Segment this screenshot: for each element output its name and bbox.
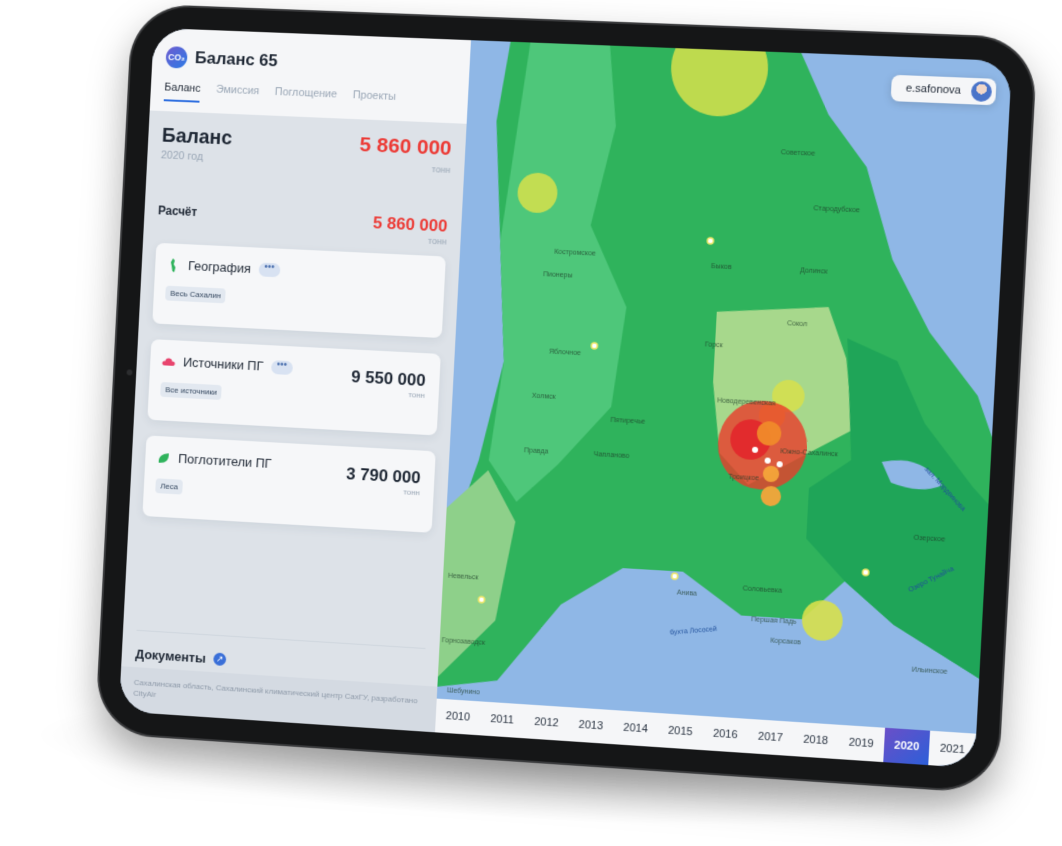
- sinks-value: 3 790 000: [345, 464, 422, 488]
- geography-title: География: [187, 258, 252, 276]
- year-2015[interactable]: 2015: [657, 713, 704, 750]
- year-2017[interactable]: 2017: [747, 719, 794, 756]
- town-label: Советское: [780, 149, 816, 158]
- app-title: Баланс 65: [194, 48, 279, 71]
- town-label: Правда: [523, 447, 549, 456]
- sinks-card[interactable]: Поглотители ПГ Леса 3 790 000 тонн: [142, 435, 436, 533]
- year-2012[interactable]: 2012: [523, 704, 569, 741]
- documents-label: Документы: [134, 646, 207, 666]
- co2-logo-icon: CO₂: [165, 46, 188, 69]
- cloud-icon: [162, 357, 176, 366]
- sakhalin-island-icon: [170, 257, 176, 272]
- year-2010[interactable]: 2010: [435, 699, 481, 736]
- sinks-unit: тонн: [402, 487, 421, 498]
- brand: CO₂ Баланс 65: [165, 46, 456, 79]
- map-point[interactable]: [707, 238, 713, 244]
- town-label: Долинск: [799, 267, 828, 276]
- tablet-frame: CO₂ Баланс 65 Баланс Эмиссия Поглощение …: [96, 5, 1036, 793]
- map-point[interactable]: [862, 569, 868, 575]
- town-label: Анива: [676, 589, 698, 598]
- year-2019[interactable]: 2019: [837, 725, 884, 762]
- tab-balance[interactable]: Баланс: [163, 81, 201, 103]
- sidebar: CO₂ Баланс 65 Баланс Эмиссия Поглощение …: [118, 27, 471, 733]
- external-link-icon: ↗: [213, 652, 227, 667]
- balance-unit: тонн: [431, 164, 451, 175]
- sources-card[interactable]: Источники ПГ ••• Все источники 9 550 000…: [147, 339, 441, 436]
- camera-dot: [126, 369, 133, 376]
- year-2013[interactable]: 2013: [568, 707, 614, 744]
- sources-chip[interactable]: Все источники: [160, 381, 223, 401]
- geography-chip[interactable]: Весь Сахалин: [165, 285, 227, 304]
- year-2014[interactable]: 2014: [612, 710, 659, 747]
- tab-emission[interactable]: Эмиссия: [215, 84, 260, 106]
- town-label: Сокол: [786, 320, 808, 329]
- year-2018[interactable]: 2018: [792, 722, 839, 759]
- user-menu[interactable]: e.safonova: [890, 74, 997, 106]
- year-2016[interactable]: 2016: [702, 716, 749, 753]
- map-view[interactable]: Советское Стародубское Быков Долинск Кос…: [434, 40, 1012, 769]
- calculation-unit: тонн: [427, 235, 447, 247]
- map-point[interactable]: [589, 341, 598, 350]
- avatar: [970, 80, 993, 103]
- sources-unit: тонн: [408, 390, 426, 400]
- sources-more-button[interactable]: •••: [270, 359, 293, 375]
- tab-projects[interactable]: Проекты: [352, 89, 396, 111]
- town-label: Холмск: [531, 392, 556, 401]
- balance-summary: Баланс 2020 год 5 860 000 тонн: [146, 110, 467, 203]
- year-2020[interactable]: 2020: [882, 727, 931, 766]
- sources-title: Источники ПГ: [182, 354, 264, 374]
- tab-bar: Баланс Эмиссия Поглощение Проекты: [163, 81, 455, 114]
- town-label: Пионеры: [543, 271, 573, 280]
- sidebar-header: CO₂ Баланс 65 Баланс Эмиссия Поглощение …: [149, 27, 471, 124]
- sinks-title: Поглотители ПГ: [177, 450, 272, 471]
- tab-absorption[interactable]: Поглощение: [274, 86, 338, 108]
- year-2011[interactable]: 2011: [479, 701, 525, 738]
- app-screen: CO₂ Баланс 65 Баланс Эмиссия Поглощение …: [118, 27, 1012, 769]
- leaf-icon: [158, 452, 169, 463]
- geography-card[interactable]: География ••• Весь Сахалин: [152, 242, 446, 339]
- geography-more-button[interactable]: •••: [258, 261, 281, 277]
- town-label: Горск: [704, 341, 723, 350]
- calculation-value: 5 860 000: [372, 213, 448, 236]
- user-name: e.safonova: [905, 82, 962, 97]
- sources-value: 9 550 000: [350, 367, 427, 391]
- sinks-chip[interactable]: Леса: [155, 478, 184, 495]
- map-point[interactable]: [478, 596, 484, 602]
- town-label: Быков: [710, 263, 732, 272]
- map-point[interactable]: [671, 573, 677, 579]
- balance-value: 5 860 000: [359, 133, 453, 161]
- year-2021[interactable]: 2021: [929, 731, 977, 768]
